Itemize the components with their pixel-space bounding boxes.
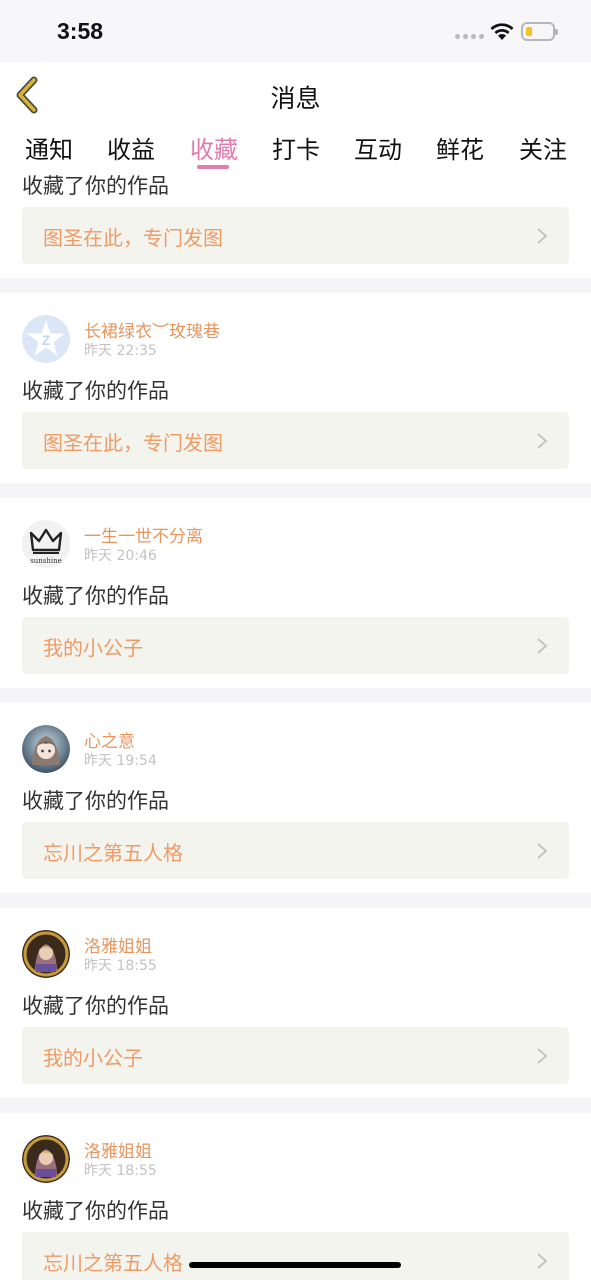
timestamp: 昨天 20:46 xyxy=(84,548,157,564)
chevron-right-icon xyxy=(537,1253,548,1269)
tab-notice[interactable]: 通知 xyxy=(25,130,73,165)
action-text: 收藏了你的作品 xyxy=(22,379,169,403)
username[interactable]: 心之意 xyxy=(84,727,135,752)
list-item: sunshine 一生一世不分离 昨天 20:46 收藏了你的作品 我的小公子 xyxy=(0,498,591,688)
battery-icon xyxy=(521,22,558,41)
qq-default-avatar-icon: Z xyxy=(22,315,70,363)
anime-girl-avatar-icon xyxy=(22,725,70,773)
work-title: 我的小公子 xyxy=(43,636,143,660)
timestamp: 昨天 18:55 xyxy=(84,958,157,974)
work-title: 忘川之第五人格 xyxy=(43,1251,183,1275)
tab-bar: 通知 收益 收藏 打卡 互动 鲜花 关注 xyxy=(0,126,591,174)
favorites-list: 收藏了你的作品 图圣在此，专门发图 Z 长裙绿衣︶玫瑰巷 昨天 22:35 收藏… xyxy=(0,174,591,1280)
chevron-right-icon xyxy=(537,638,548,654)
work-link[interactable]: 我的小公子 xyxy=(22,1027,569,1084)
timestamp: 昨天 18:55 xyxy=(84,1163,157,1179)
username[interactable]: 一生一世不分离 xyxy=(84,522,203,547)
work-title: 图圣在此，专门发图 xyxy=(43,431,223,455)
status-time: 3:58 xyxy=(57,18,104,44)
avatar[interactable] xyxy=(22,725,70,773)
svg-text:Z: Z xyxy=(42,332,51,348)
chevron-right-icon xyxy=(537,1048,548,1064)
crown-avatar-icon: sunshine xyxy=(22,520,70,568)
nav-bar: 消息 xyxy=(0,62,591,126)
portrait-avatar-icon xyxy=(22,1135,70,1183)
avatar[interactable]: sunshine xyxy=(22,520,70,568)
chevron-right-icon xyxy=(537,843,548,859)
timestamp: 昨天 22:35 xyxy=(84,343,157,359)
svg-text:sunshine: sunshine xyxy=(30,557,62,565)
list-item: 洛雅姐姐 昨天 18:55 收藏了你的作品 我的小公子 xyxy=(0,908,591,1098)
action-text: 收藏了你的作品 xyxy=(22,1199,169,1223)
page-title: 消息 xyxy=(270,84,321,113)
wifi-icon xyxy=(490,23,514,40)
cellular-signal-icon xyxy=(455,34,484,39)
list-item: 收藏了你的作品 图圣在此，专门发图 xyxy=(0,174,591,278)
tab-interaction[interactable]: 互动 xyxy=(354,130,402,165)
work-link[interactable]: 图圣在此，专门发图 xyxy=(22,412,569,469)
list-item: 洛雅姐姐 昨天 18:55 收藏了你的作品 忘川之第五人格 xyxy=(0,1113,591,1280)
username[interactable]: 洛雅姐姐 xyxy=(84,1137,152,1162)
tab-earnings[interactable]: 收益 xyxy=(107,130,155,165)
username[interactable]: 长裙绿衣︶玫瑰巷 xyxy=(84,317,220,342)
work-title: 图圣在此，专门发图 xyxy=(43,226,223,250)
action-text: 收藏了你的作品 xyxy=(22,789,169,813)
avatar[interactable] xyxy=(22,1135,70,1183)
chevron-right-icon xyxy=(537,433,548,449)
timestamp: 昨天 19:54 xyxy=(84,753,157,769)
avatar[interactable] xyxy=(22,930,70,978)
work-link[interactable]: 图圣在此，专门发图 xyxy=(22,207,569,264)
list-item: Z 长裙绿衣︶玫瑰巷 昨天 22:35 收藏了你的作品 图圣在此，专门发图 xyxy=(0,293,591,483)
action-text: 收藏了你的作品 xyxy=(22,174,169,198)
active-tab-indicator xyxy=(197,165,229,169)
portrait-avatar-icon xyxy=(22,930,70,978)
work-link[interactable]: 忘川之第五人格 xyxy=(22,1232,569,1280)
list-item: 心之意 昨天 19:54 收藏了你的作品 忘川之第五人格 xyxy=(0,703,591,893)
action-text: 收藏了你的作品 xyxy=(22,584,169,608)
tab-checkin[interactable]: 打卡 xyxy=(272,130,320,165)
work-link[interactable]: 忘川之第五人格 xyxy=(22,822,569,879)
status-bar: 3:58 xyxy=(0,0,591,62)
tab-follow[interactable]: 关注 xyxy=(519,130,567,165)
username[interactable]: 洛雅姐姐 xyxy=(84,932,152,957)
chevron-right-icon xyxy=(537,228,548,244)
work-link[interactable]: 我的小公子 xyxy=(22,617,569,674)
work-title: 忘川之第五人格 xyxy=(43,841,183,865)
work-title: 我的小公子 xyxy=(43,1046,143,1070)
tab-flowers[interactable]: 鲜花 xyxy=(436,130,484,165)
home-indicator[interactable] xyxy=(189,1262,401,1268)
action-text: 收藏了你的作品 xyxy=(22,994,169,1018)
tab-favorites[interactable]: 收藏 xyxy=(190,130,238,165)
avatar[interactable]: Z xyxy=(22,315,70,363)
